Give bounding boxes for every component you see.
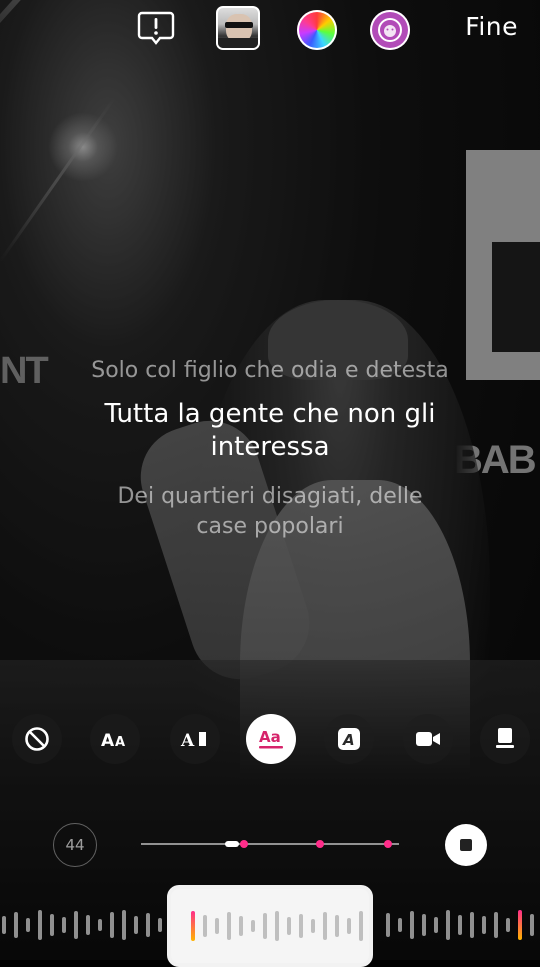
waveform-bar	[251, 920, 255, 932]
waveform-bar	[470, 912, 474, 938]
waveform-bar	[239, 916, 243, 936]
waveform-bar	[506, 918, 510, 932]
card-button[interactable]	[480, 714, 530, 764]
waveform-bar	[110, 912, 114, 938]
color-wheel-icon[interactable]	[297, 10, 337, 50]
text-size-indicator[interactable]: 44	[53, 823, 97, 867]
waveform-bar	[323, 912, 327, 940]
waveform-bar	[530, 914, 534, 936]
svg-text:A: A	[180, 731, 195, 749]
text-cursor-button[interactable]: A	[170, 714, 220, 764]
waveform-bar	[386, 913, 390, 937]
waveform-bar	[38, 910, 42, 940]
waveform-bar	[446, 910, 450, 940]
video-camera-icon	[416, 732, 440, 746]
waveform-bar	[146, 913, 150, 937]
waveform-bar	[50, 914, 54, 936]
timeline-marker[interactable]	[240, 840, 248, 848]
background-photo: BAB NT	[0, 0, 540, 960]
stop-button[interactable]	[445, 824, 487, 866]
timeline-marker[interactable]	[316, 840, 324, 848]
alert-speech-bubble-icon[interactable]	[136, 8, 176, 48]
waveform-bar	[494, 912, 498, 938]
no-style-icon	[25, 727, 49, 751]
stop-icon	[460, 839, 472, 851]
video-camera-button[interactable]	[403, 714, 453, 764]
waveform-bar	[215, 918, 219, 934]
waveform-bar	[122, 910, 126, 940]
waveform-bar	[518, 910, 522, 940]
waveform-bar	[2, 916, 6, 934]
waveform-bar	[191, 911, 195, 941]
waveform-bar	[62, 917, 66, 933]
waveform-bar	[458, 915, 462, 935]
svg-text:A: A	[115, 735, 125, 749]
waveform-bar	[263, 913, 267, 939]
waveform-bar	[98, 919, 102, 931]
profile-thumbnail[interactable]	[216, 6, 260, 50]
waveform-bar	[299, 914, 303, 938]
waveform-bar	[14, 912, 18, 938]
waveform-bar	[422, 914, 426, 936]
done-button[interactable]: Fine	[465, 12, 518, 41]
waveform-selection[interactable]	[167, 885, 373, 967]
waveform-bar	[74, 911, 78, 939]
svg-text:Aa: Aa	[259, 728, 281, 746]
underline-text-icon: Aa	[259, 728, 283, 749]
text-size-icon: AA	[101, 731, 125, 749]
waveform-bar	[203, 915, 207, 937]
timeline-track[interactable]	[141, 843, 399, 845]
waveform-bar	[410, 911, 414, 939]
waveform-bar	[26, 918, 30, 932]
text-size-button[interactable]: AA	[90, 714, 140, 764]
lyric-previous-line: Solo col figlio che odia e detesta	[91, 358, 449, 383]
lyric-next-line: Dei quartieri disagiati, delle case popo…	[117, 484, 423, 539]
waveform-bar	[398, 918, 402, 932]
waveform-bar	[275, 911, 279, 941]
timeline-marker[interactable]	[384, 840, 392, 848]
waveform-bar	[434, 917, 438, 933]
waveform-bar	[335, 915, 339, 937]
boxed-text-button[interactable]: A	[324, 714, 374, 764]
waveform-bar	[359, 911, 363, 941]
underline-text-button[interactable]: Aa	[246, 714, 296, 764]
waveform-bar	[227, 912, 231, 940]
waveform-bar	[347, 918, 351, 934]
svg-text:A: A	[101, 731, 115, 749]
waveform-bar	[158, 918, 162, 932]
waveform-bar	[311, 919, 315, 933]
text-cursor-icon: A	[180, 731, 206, 749]
waveform-bar	[134, 916, 138, 934]
svg-text:A: A	[342, 731, 355, 749]
waveform-bar	[86, 915, 90, 935]
card-icon	[496, 728, 514, 748]
timeline-handle[interactable]	[225, 841, 239, 847]
waveform-bar	[287, 917, 291, 935]
waveform-bar	[482, 916, 486, 934]
lyric-current-line: Tutta la gente che non gli interessa	[104, 399, 436, 462]
no-style-button[interactable]	[12, 714, 62, 764]
lion-sticker-icon[interactable]	[370, 10, 410, 50]
boxed-text-icon: A	[338, 728, 360, 750]
